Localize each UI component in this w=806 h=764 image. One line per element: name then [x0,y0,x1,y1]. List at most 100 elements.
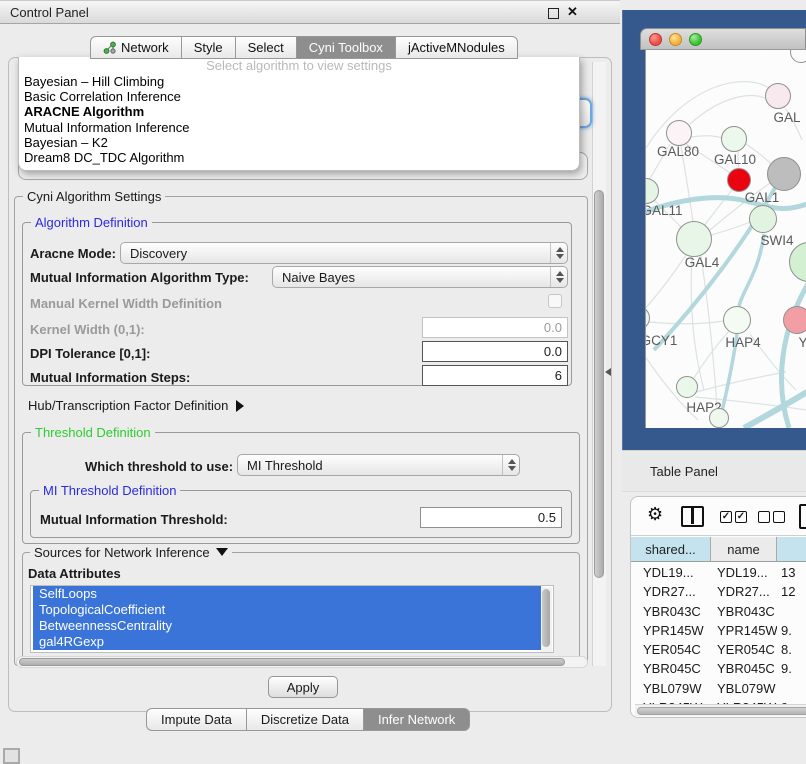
network-canvas[interactable]: GALGAL80GAL10GAL1GAL11SWI4GAL4GCY1HAP4YH… [645,50,806,428]
network-node-label: GAL11 [645,203,683,218]
network-node[interactable] [783,306,806,334]
algorithm-option[interactable]: Bayesian – K2 [19,135,579,150]
table-row[interactable]: YPR145WYPR145W9. [631,621,806,640]
which-threshold-combo[interactable]: MI Threshold [237,454,520,476]
close-traffic-light-icon[interactable] [649,33,662,46]
algorithm-option-list: Bayesian – Hill ClimbingBasic Correlatio… [19,74,579,165]
tab-impute-data[interactable]: Impute Data [146,708,246,731]
list-scrollbar-thumb[interactable] [542,589,550,647]
combo-stepper-icon [502,455,519,475]
dpi-tolerance-field[interactable]: 0.0 [422,341,568,362]
attribute-list-item[interactable]: TopologicalCoefficient [33,602,541,618]
table-cell: 9. [777,621,806,640]
kernel-width-field[interactable]: 0.0 [422,317,568,338]
deselect-all-checkbox-icon[interactable] [758,511,770,523]
algorithm-option[interactable]: ARACNE Algorithm [19,104,579,119]
attribute-list-item[interactable]: SelfLoops [33,586,541,602]
settings-horizontal-scrollbar-track[interactable] [16,656,588,668]
control-panel-tabs: Network Style Select Cyni Toolbox jActiv… [90,36,518,59]
network-icon [103,41,116,54]
tab-style[interactable]: Style [181,36,235,59]
table-cell: YBR043C [711,602,777,621]
data-attributes-list[interactable]: SelfLoopsTopologicalCoefficientBetweenne… [30,585,554,653]
table-row[interactable]: YBR045CYBR045C9. [631,659,806,678]
network-window-titlebar[interactable] [640,28,806,50]
apply-button[interactable]: Apply [268,676,338,698]
algorithm-option[interactable]: Basic Correlation Inference [19,89,579,104]
network-node[interactable] [749,205,777,233]
network-node[interactable] [666,120,692,146]
gear-icon[interactable]: ⚙ [647,505,663,523]
column-header-name[interactable]: name [711,537,777,561]
table-row[interactable]: YER054CYER054C8. [631,640,806,659]
network-node[interactable] [765,83,791,109]
tab-select[interactable]: Select [235,36,296,59]
settings-horizontal-scrollbar-thumb[interactable] [19,658,565,666]
network-node[interactable] [721,126,747,152]
combo-stepper-icon [550,267,567,287]
mi-threshold-label: Mutual Information Threshold: [40,512,228,527]
network-node[interactable] [709,408,729,428]
control-panel-title: Control Panel [10,5,89,20]
algorithm-option[interactable]: Mutual Information Inference [19,120,579,135]
table-horizontal-scrollbar-track[interactable] [635,704,806,716]
tab-label: Style [194,40,223,55]
mi-steps-field[interactable]: 6 [422,365,568,386]
tab-label: Discretize Data [261,712,349,727]
tab-cyni-toolbox[interactable]: Cyni Toolbox [296,36,395,59]
attribute-list-item[interactable]: BetweennessCentrality [33,618,541,634]
table-row[interactable]: YBL079WYBL079W [631,679,806,698]
manual-kernel-checkbox[interactable] [548,294,562,308]
table-panel-title: Table Panel [650,464,718,479]
aracne-mode-combo[interactable]: Discovery [120,242,568,264]
column-header-clipped[interactable] [777,537,806,561]
network-node-label: GCY1 [645,333,677,348]
algorithm-option[interactable]: Bayesian – Hill Climbing [19,74,579,89]
deselect-all-checkbox-icon[interactable] [773,511,785,523]
network-node[interactable] [727,168,751,192]
algorithm-option[interactable]: Dream8 DC_TDC Algorithm [19,150,579,165]
export-table-icon[interactable] [799,504,806,529]
table-horizontal-scrollbar-thumb[interactable] [637,707,806,715]
zoom-traffic-light-icon[interactable] [689,33,702,46]
table-cell: YBR043C [631,602,711,621]
close-icon[interactable]: ✕ [567,4,578,20]
network-node-label: GAL4 [685,255,720,270]
column-header-shared-name[interactable]: shared... [631,537,711,561]
network-node[interactable] [767,157,801,191]
select-all-checkbox-icon[interactable]: ✓ [735,511,747,523]
tab-infer-network[interactable]: Infer Network [363,708,470,731]
mi-type-combo[interactable]: Naive Bayes [272,266,568,288]
select-all-checkbox-icon[interactable]: ✓ [720,511,732,523]
table-cell: YER054C [631,640,711,659]
dropdown-prompt: Select algorithm to view settings [19,57,579,74]
network-node-label: SWI4 [760,233,793,248]
network-node-label: GAL [773,110,800,125]
network-node[interactable] [676,221,712,257]
table-row[interactable]: YBR043CYBR043C [631,602,806,621]
combo-stepper-icon [550,243,567,263]
sources-expander[interactable]: Sources for Network Inference [30,545,232,560]
minimize-traffic-light-icon[interactable] [669,33,682,46]
table-row[interactable]: YDL19...YDL19...13 [631,563,806,582]
settings-vertical-scrollbar-thumb[interactable] [594,190,604,578]
dpi-tolerance-label: DPI Tolerance [0,1]: [30,346,150,361]
collapse-arrow-icon [216,548,228,556]
tab-jactivemnodules[interactable]: jActiveMNodules [395,36,518,59]
table-row[interactable]: YDR27...YDR27...12 [631,582,806,601]
tab-discretize-data[interactable]: Discretize Data [246,708,363,731]
mi-threshold-field[interactable]: 0.5 [420,507,562,528]
attribute-list-item[interactable]: gal4RGexp [33,634,541,650]
table-cell: YBR045C [711,659,777,678]
hub-definition-expander[interactable]: Hub/Transcription Factor Definition [28,398,244,413]
network-node[interactable] [676,376,698,398]
split-columns-icon[interactable] [681,506,704,527]
list-scrollbar-track[interactable] [541,587,552,653]
float-window-icon[interactable] [548,8,559,19]
network-node-label: GAL10 [714,152,756,167]
mouse-cursor [605,368,611,376]
aracne-mode-value: Discovery [121,246,550,261]
network-node[interactable] [723,306,751,334]
network-node-label: HAP4 [725,335,760,350]
tab-network[interactable]: Network [90,36,181,59]
